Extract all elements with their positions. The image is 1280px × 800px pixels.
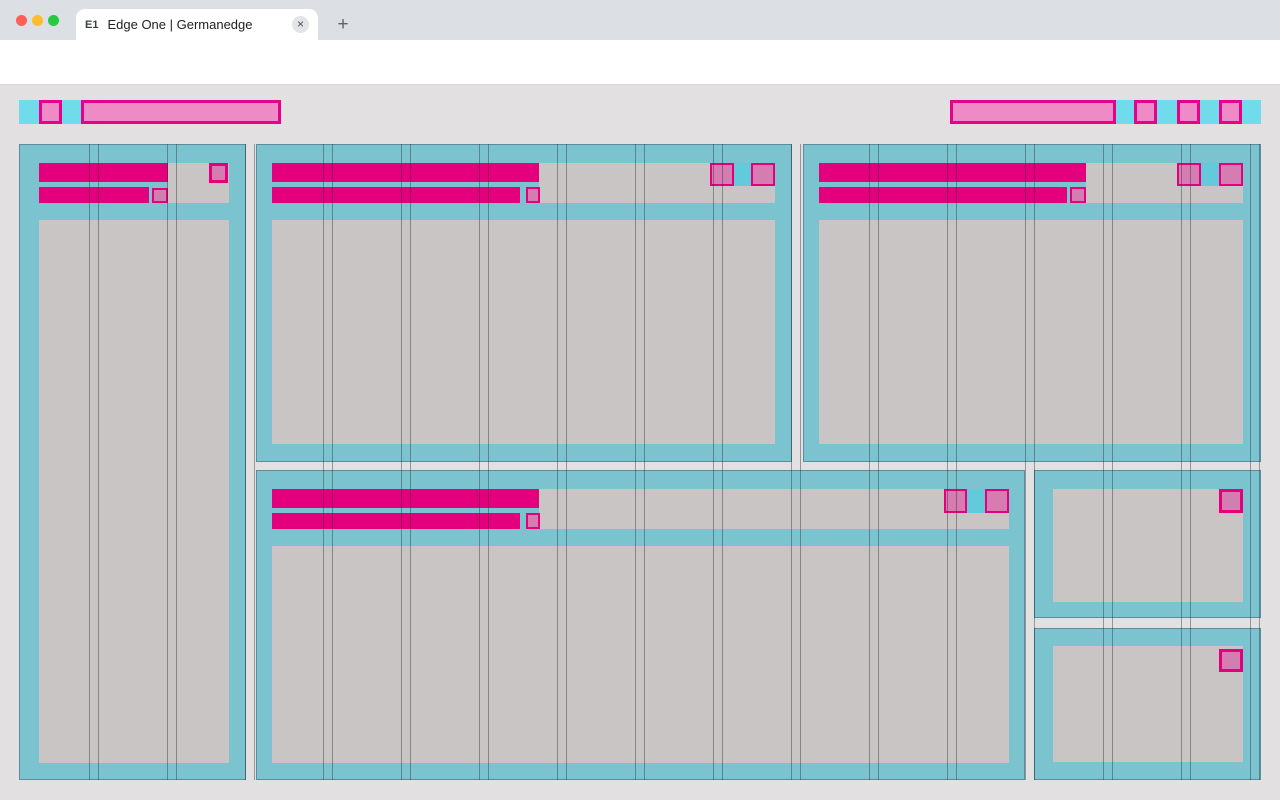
widget-subtitle-placeholder bbox=[272, 513, 520, 529]
new-tab-button[interactable]: + bbox=[331, 14, 355, 38]
browser-tab[interactable]: E1 Edge One | Germanedge × bbox=[76, 9, 318, 40]
header-strip-right-1 bbox=[1116, 100, 1134, 124]
side-panel-1 bbox=[1034, 470, 1261, 618]
grid-line bbox=[254, 144, 255, 780]
sidebar-content-placeholder bbox=[39, 220, 229, 763]
tab-close-icon[interactable]: × bbox=[292, 16, 309, 33]
header-action-button-2[interactable] bbox=[1177, 100, 1200, 124]
side-panel-content-placeholder bbox=[1053, 646, 1243, 762]
widget-header-spacer bbox=[734, 163, 751, 186]
header-search-placeholder[interactable] bbox=[950, 100, 1116, 124]
window-minimize-button[interactable] bbox=[32, 15, 43, 26]
widget-subtitle-placeholder bbox=[272, 187, 520, 203]
widget-header-button-2[interactable] bbox=[751, 163, 775, 186]
header-action-button-1[interactable] bbox=[1134, 100, 1157, 124]
widget-panel-bottom bbox=[256, 470, 1025, 780]
header-action-button-3[interactable] bbox=[1219, 100, 1242, 124]
header-strip-right-4 bbox=[1242, 100, 1261, 124]
window-close-button[interactable] bbox=[16, 15, 27, 26]
header-strip-left bbox=[19, 100, 39, 124]
sidebar-subtitle-placeholder bbox=[39, 187, 149, 203]
widget-header-button-1[interactable] bbox=[1177, 163, 1201, 186]
widget-panel-top-left bbox=[256, 144, 792, 462]
window-controls bbox=[16, 15, 59, 26]
header-logo-placeholder[interactable] bbox=[81, 100, 281, 124]
side-panel-button[interactable] bbox=[1219, 489, 1243, 513]
tab-title: Edge One | Germanedge bbox=[107, 17, 292, 32]
widget-header-button-1[interactable] bbox=[944, 489, 967, 513]
widget-subtitle-button[interactable] bbox=[1070, 187, 1086, 203]
header-icon-button-placeholder[interactable] bbox=[39, 100, 62, 124]
widget-header-spacer bbox=[967, 489, 985, 513]
side-panel-2 bbox=[1034, 628, 1261, 780]
widget-subtitle-placeholder bbox=[819, 187, 1067, 203]
page-content bbox=[0, 85, 1280, 800]
widget-header-button-2[interactable] bbox=[985, 489, 1009, 513]
widget-title-placeholder bbox=[272, 163, 539, 182]
widget-content-placeholder bbox=[272, 546, 1009, 763]
window-zoom-button[interactable] bbox=[48, 15, 59, 26]
header-strip-right-3 bbox=[1200, 100, 1219, 124]
sidebar-subtitle-button[interactable] bbox=[152, 188, 168, 203]
tab-favicon: E1 bbox=[85, 19, 98, 31]
widget-panel-top-right bbox=[803, 144, 1261, 462]
widget-subtitle-button[interactable] bbox=[526, 513, 540, 529]
sidebar-panel bbox=[19, 144, 246, 780]
sidebar-header-button[interactable] bbox=[209, 163, 228, 183]
browser-titlebar: E1 Edge One | Germanedge × + bbox=[0, 0, 1280, 40]
widget-subtitle-button[interactable] bbox=[526, 187, 540, 203]
sidebar-title-placeholder bbox=[39, 163, 168, 182]
widget-header-area bbox=[539, 489, 1009, 529]
header-strip-left-2 bbox=[62, 100, 81, 124]
widget-content-placeholder bbox=[819, 220, 1243, 444]
side-panel-button[interactable] bbox=[1219, 649, 1243, 672]
header-strip-right-2 bbox=[1157, 100, 1177, 124]
browser-window: E1 Edge One | Germanedge × + ← → ⟳ ☆ ⋮ bbox=[0, 0, 1280, 800]
widget-title-placeholder bbox=[272, 489, 539, 508]
widget-title-placeholder bbox=[819, 163, 1086, 182]
widget-header-button-2[interactable] bbox=[1219, 163, 1243, 186]
widget-content-placeholder bbox=[272, 220, 775, 444]
widget-header-spacer bbox=[1201, 163, 1219, 186]
side-panel-content-placeholder bbox=[1053, 489, 1243, 602]
browser-navbar: ← → ⟳ ☆ ⋮ bbox=[0, 40, 1280, 85]
widget-header-button-1[interactable] bbox=[710, 163, 734, 186]
